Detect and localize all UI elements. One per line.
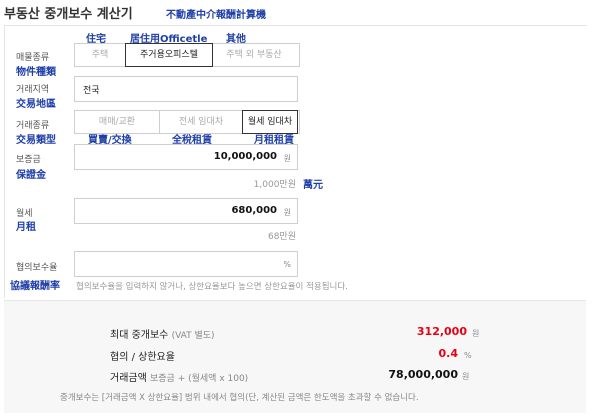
trade-type-selector: 매매/교환 전세 임대차 월세 임대차 <box>74 110 300 134</box>
blank-area <box>366 44 470 82</box>
rate-result-unit: % <box>464 351 472 360</box>
max-fee-label-text: 최대 중개보수 <box>110 330 169 341</box>
amount-formula: 보증금 + (월세액 x 100) <box>150 374 249 384</box>
deposit-hint: 1,000만원 <box>253 180 296 190</box>
region-select[interactable]: 전국 <box>74 76 298 102</box>
max-fee-label: 최대 중개보수 (VAT 별도) <box>110 326 215 341</box>
monthly-rent-hint: 68만원 <box>267 232 296 242</box>
amount-value: 78,000,000 <box>388 368 458 381</box>
deposit-value: 10,000,000 <box>213 151 277 162</box>
trade-type-label-annotation: 交易類型 <box>16 135 56 146</box>
monthly-rent-label-annotation: 月租 <box>16 222 36 233</box>
property-option-officetel[interactable]: 주거용오피스텔 <box>125 43 213 67</box>
monthly-rent-input[interactable]: 680,000 원 <box>74 198 298 224</box>
region-value: 전국 <box>83 86 100 96</box>
deposit-unit: 원 <box>283 154 291 163</box>
region-label-annotation: 交易地區 <box>16 99 56 110</box>
rate-result-value: 0.4 <box>438 347 459 360</box>
deposit-input[interactable]: 10,000,000 원 <box>74 144 298 170</box>
rate-label-annotation: 協議報酬率 <box>10 281 60 292</box>
property-option-housing[interactable]: 주택 <box>75 44 126 66</box>
rate-hint: 협의보수율을 입력하지 않거나, 상한요율보다 높으면 상한요율이 적용됩니다. <box>76 282 348 292</box>
property-type-label: 매물종류 <box>16 53 50 63</box>
fee-footnote: 중개보수는 [거래금액 X 상한요율] 범위 내에서 협의(단, 계산된 금액은… <box>60 393 419 403</box>
monthly-rent-unit: 원 <box>283 208 291 217</box>
monthly-rent-value: 680,000 <box>231 205 277 216</box>
trade-type-label: 거래종류 <box>16 121 50 131</box>
region-label: 거래지역 <box>16 85 50 95</box>
deposit-label: 보증금 <box>16 155 41 165</box>
deposit-label-annotation: 保證金 <box>16 170 46 181</box>
rate-result-label: 협의 / 상한요율 <box>110 352 175 363</box>
rate-input[interactable]: % <box>74 251 298 277</box>
trade-option-sale[interactable]: 매매/교환 <box>75 111 160 133</box>
amount-label: 거래금액 보증금 + (월세액 x 100) <box>110 369 248 384</box>
property-type-label-annotation: 物件種類 <box>16 67 56 78</box>
property-option-other[interactable]: 주택 외 부동산 <box>212 44 296 66</box>
deposit-hint-annotation: 萬元 <box>303 180 323 191</box>
property-type-selector: 주택 주거용오피스텔 주택 외 부동산 <box>74 43 300 67</box>
max-fee-value: 312,000 <box>416 325 467 338</box>
trade-option-jeonse[interactable]: 전세 임대차 <box>160 111 243 133</box>
amount-label-text: 거래금액 <box>110 373 147 384</box>
rate-unit: % <box>283 260 291 269</box>
max-fee-unit: 원 <box>472 329 480 338</box>
amount-unit: 원 <box>462 372 470 381</box>
trade-option-monthly[interactable]: 월세 임대차 <box>242 110 298 134</box>
page-title: 부동산 중개보수 계산기 <box>4 7 133 22</box>
rate-label: 협의보수율 <box>16 263 58 273</box>
max-fee-note: (VAT 별도) <box>171 331 215 341</box>
page-title-annotation: 不動產中介報酬計算機 <box>166 10 266 21</box>
